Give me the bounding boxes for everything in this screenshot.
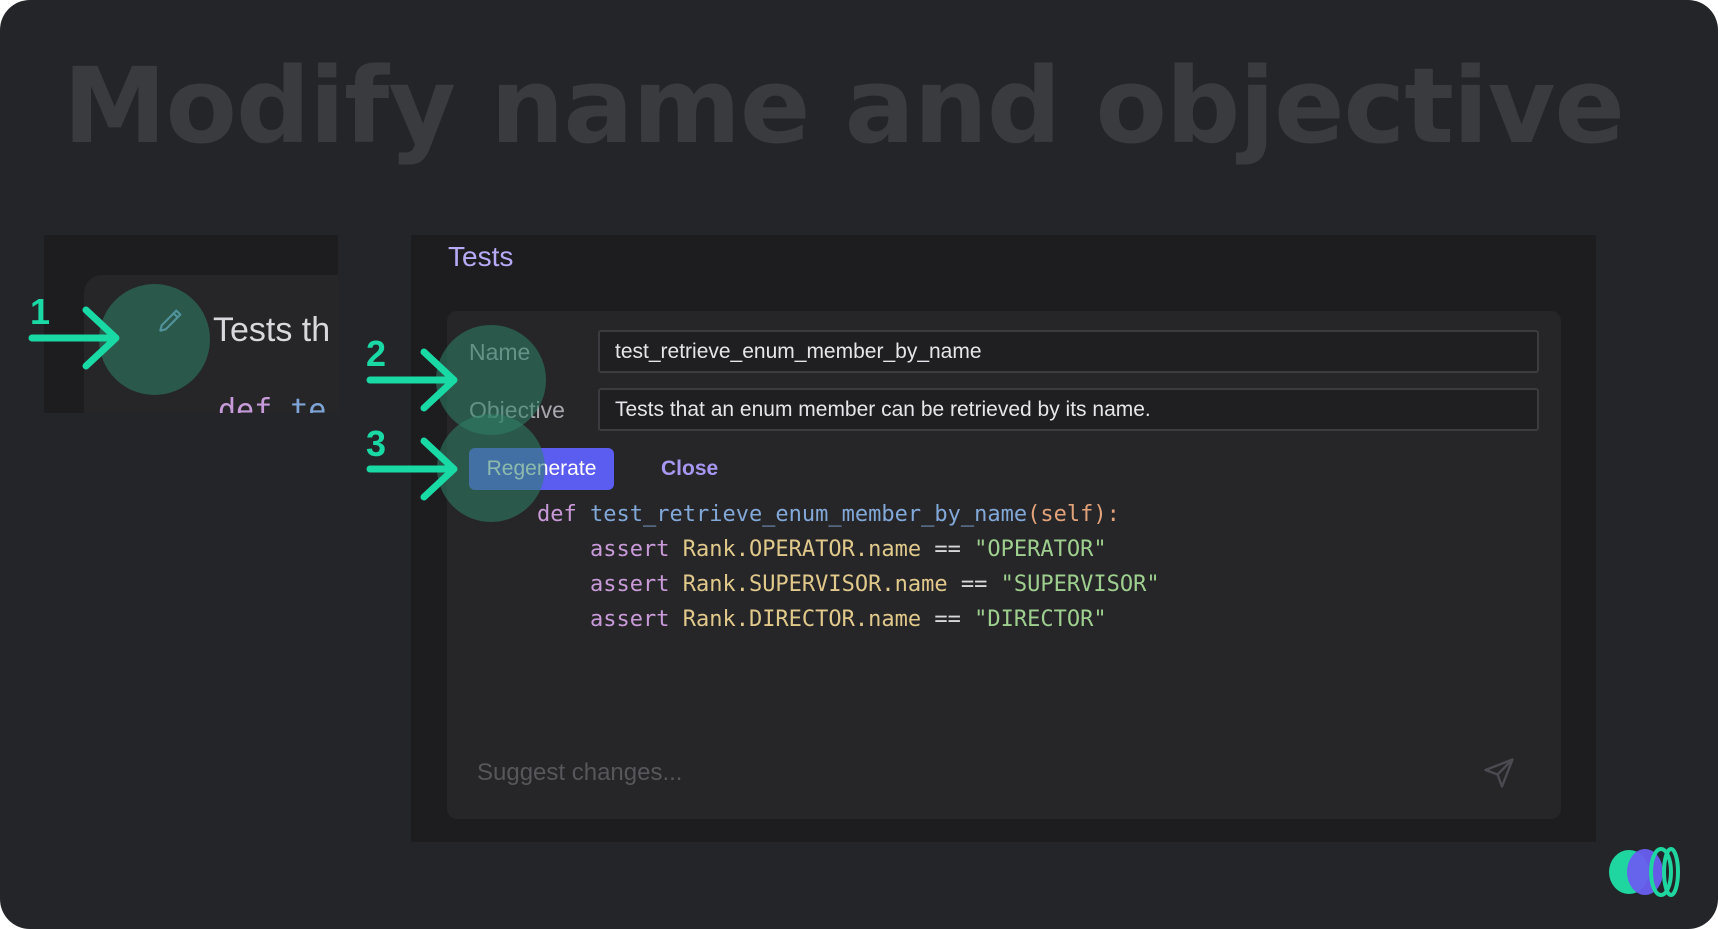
send-button[interactable] bbox=[1477, 751, 1521, 795]
code-string: "SUPERVISOR" bbox=[1000, 572, 1160, 597]
code-close-paren: ): bbox=[1093, 502, 1120, 527]
headline: Modify name and objective bbox=[63, 45, 1625, 167]
code-string: "DIRECTOR" bbox=[974, 607, 1107, 632]
test-edit-card: Name Objective Regenerate Close def test… bbox=[447, 311, 1561, 819]
edit-button[interactable] bbox=[151, 300, 191, 340]
arrow-right-icon bbox=[366, 437, 458, 501]
code-object: Rank.OPERATOR.name bbox=[682, 537, 922, 562]
name-label: Name bbox=[469, 339, 531, 365]
code-block: def test_retrieve_enum_member_by_name(se… bbox=[537, 497, 1160, 637]
code-def-keyword: def bbox=[537, 502, 577, 527]
close-button[interactable]: Close bbox=[657, 448, 722, 490]
code-operator: == bbox=[934, 607, 961, 632]
send-icon bbox=[1484, 758, 1514, 788]
objective-label: Objective bbox=[469, 397, 565, 423]
panel-title: Tests bbox=[448, 241, 514, 272]
slide: Modify name and objective Tests th def t… bbox=[0, 0, 1718, 929]
code-object: Rank.SUPERVISOR.name bbox=[682, 572, 948, 597]
suggest-changes-input[interactable] bbox=[477, 753, 1457, 793]
pencil-icon bbox=[159, 309, 182, 332]
code-open-paren: ( bbox=[1027, 502, 1041, 527]
snippet-objective-text: Tests th bbox=[213, 311, 331, 349]
code-line: assert Rank.DIRECTOR.name == "DIRECTOR" bbox=[537, 607, 1107, 632]
code-operator: == bbox=[960, 572, 988, 597]
code-keyword: assert bbox=[589, 572, 670, 597]
name-input[interactable] bbox=[598, 330, 1539, 373]
logo-icon bbox=[1609, 847, 1680, 897]
code-keyword: assert bbox=[589, 537, 670, 562]
snippet-code-name: te bbox=[290, 393, 327, 413]
code-string: "OPERATOR" bbox=[974, 537, 1107, 562]
code-line: assert Rank.OPERATOR.name == "OPERATOR" bbox=[537, 537, 1107, 562]
code-operator: == bbox=[934, 537, 961, 562]
code-line: assert Rank.SUPERVISOR.name == "SUPERVIS… bbox=[537, 572, 1160, 597]
regenerate-button[interactable]: Regenerate bbox=[469, 448, 614, 490]
code-function-name: test_retrieve_enum_member_by_name bbox=[590, 502, 1028, 527]
snippet-code-keyword: def bbox=[218, 393, 273, 413]
arrow-right-icon bbox=[28, 306, 120, 370]
objective-input[interactable] bbox=[598, 388, 1539, 431]
code-keyword: assert bbox=[589, 607, 670, 632]
snippet-code: def te bbox=[218, 393, 326, 413]
code-object: Rank.DIRECTOR.name bbox=[682, 607, 922, 632]
code-param: self bbox=[1040, 502, 1094, 527]
tests-panel: Tests Name Objective Regenerate Close de… bbox=[411, 235, 1596, 842]
arrow-right-icon bbox=[366, 348, 458, 412]
